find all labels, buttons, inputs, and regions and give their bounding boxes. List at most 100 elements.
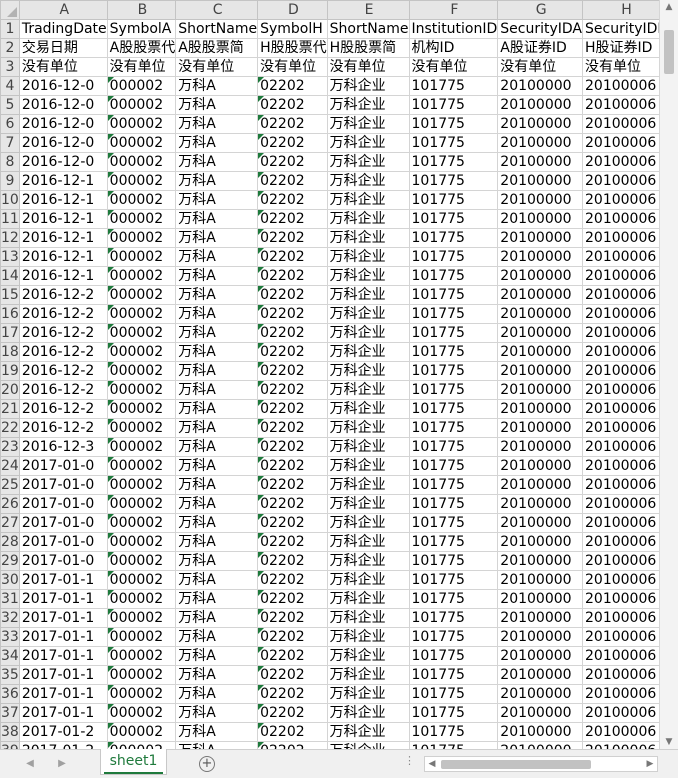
row-header[interactable]: 31 (0, 589, 20, 609)
cell-B[interactable]: 000002 (106, 551, 177, 571)
cell-C[interactable]: 万科A (175, 475, 259, 495)
cell-H[interactable]: 20100006 (582, 171, 659, 191)
cell-A[interactable]: TradingDate (18, 19, 108, 39)
cell-C[interactable]: 没有单位 (175, 57, 259, 77)
cell-B[interactable]: 000002 (106, 133, 177, 153)
cell-F[interactable]: 101775 (408, 399, 499, 419)
cell-C[interactable]: 万科A (175, 133, 259, 153)
row-header[interactable]: 11 (0, 209, 20, 229)
cell-C[interactable]: 万科A (175, 627, 259, 647)
horizontal-scroll-thumb[interactable] (441, 760, 591, 769)
cell-D[interactable]: 02202 (257, 456, 328, 476)
cell-G[interactable]: 20100000 (497, 703, 584, 723)
cell-H[interactable]: 20100006 (582, 532, 659, 552)
cell-G[interactable]: 20100000 (497, 551, 584, 571)
cell-B[interactable]: 000002 (106, 646, 177, 666)
cell-G[interactable]: 没有单位 (497, 57, 584, 77)
cell-C[interactable]: 万科A (175, 456, 259, 476)
cell-F[interactable]: 101775 (408, 285, 499, 305)
cell-G[interactable]: 20100000 (497, 152, 584, 172)
cell-D[interactable]: 02202 (257, 741, 328, 749)
cell-E[interactable]: 万科企业 (326, 114, 410, 134)
cell-G[interactable]: 20100000 (497, 475, 584, 495)
cell-A[interactable]: 2017-01-0 (18, 551, 108, 571)
cell-B[interactable]: 000002 (106, 513, 177, 533)
cell-F[interactable]: 没有单位 (408, 57, 499, 77)
row-header[interactable]: 19 (0, 361, 20, 381)
cell-E[interactable]: 万科企业 (326, 418, 410, 438)
row-header[interactable]: 22 (0, 418, 20, 438)
cell-F[interactable]: 101775 (408, 513, 499, 533)
cell-G[interactable]: 20100000 (497, 247, 584, 267)
cell-B[interactable]: 000002 (106, 190, 177, 210)
cell-G[interactable]: 20100000 (497, 209, 584, 229)
cell-C[interactable]: 万科A (175, 418, 259, 438)
cell-A[interactable]: 2016-12-0 (18, 114, 108, 134)
cell-D[interactable]: 02202 (257, 551, 328, 571)
cell-E[interactable]: 万科企业 (326, 703, 410, 723)
cell-F[interactable]: 101775 (408, 361, 499, 381)
cell-C[interactable]: 万科A (175, 171, 259, 191)
scroll-right-icon[interactable]: ▶ (643, 757, 657, 771)
cell-G[interactable]: 20100000 (497, 513, 584, 533)
row-header[interactable]: 30 (0, 570, 20, 590)
cell-C[interactable]: 万科A (175, 741, 259, 749)
cell-A[interactable]: 2016-12-2 (18, 342, 108, 362)
cell-A[interactable]: 2016-12-1 (18, 171, 108, 191)
cell-G[interactable]: 20100000 (497, 361, 584, 381)
cell-B[interactable]: 没有单位 (106, 57, 177, 77)
cell-E[interactable]: 万科企业 (326, 589, 410, 609)
cell-C[interactable]: 万科A (175, 399, 259, 419)
cell-D[interactable]: 02202 (257, 475, 328, 495)
cell-C[interactable]: 万科A (175, 570, 259, 590)
row-header[interactable]: 24 (0, 456, 20, 476)
cell-B[interactable]: 000002 (106, 722, 177, 742)
cell-G[interactable]: 20100000 (497, 190, 584, 210)
cell-G[interactable]: 20100000 (497, 323, 584, 343)
cell-B[interactable]: 000002 (106, 627, 177, 647)
cell-G[interactable]: 20100000 (497, 76, 584, 96)
cell-F[interactable]: 101775 (408, 532, 499, 552)
cell-B[interactable]: 000002 (106, 209, 177, 229)
cell-C[interactable]: 万科A (175, 646, 259, 666)
cell-F[interactable]: 101775 (408, 608, 499, 628)
cell-E[interactable]: 万科企业 (326, 228, 410, 248)
cell-D[interactable]: 02202 (257, 152, 328, 172)
cell-D[interactable]: 02202 (257, 342, 328, 362)
cell-B[interactable]: 000002 (106, 684, 177, 704)
cell-B[interactable]: 000002 (106, 76, 177, 96)
cell-H[interactable]: 20100006 (582, 665, 659, 685)
cell-C[interactable]: 万科A (175, 247, 259, 267)
cell-D[interactable]: 02202 (257, 608, 328, 628)
cell-D[interactable]: 02202 (257, 76, 328, 96)
row-header[interactable]: 23 (0, 437, 20, 457)
add-sheet-button[interactable]: + (199, 756, 215, 772)
cell-E[interactable]: 万科企业 (326, 722, 410, 742)
cell-E[interactable]: 万科企业 (326, 76, 410, 96)
cell-E[interactable]: 万科企业 (326, 513, 410, 533)
row-header[interactable]: 8 (0, 152, 20, 172)
cell-C[interactable]: 万科A (175, 703, 259, 723)
cell-C[interactable]: 万科A (175, 608, 259, 628)
vertical-scroll-thumb[interactable] (664, 30, 674, 74)
cell-A[interactable]: 2016-12-2 (18, 304, 108, 324)
row-header[interactable]: 34 (0, 646, 20, 666)
cell-A[interactable]: 2017-01-0 (18, 532, 108, 552)
cell-C[interactable]: ShortName (175, 19, 259, 39)
cell-E[interactable]: 万科企业 (326, 399, 410, 419)
cell-H[interactable]: 20100006 (582, 551, 659, 571)
cell-D[interactable]: 02202 (257, 532, 328, 552)
row-header[interactable]: 13 (0, 247, 20, 267)
cell-A[interactable]: 2017-01-0 (18, 456, 108, 476)
cell-E[interactable]: 万科企业 (326, 95, 410, 115)
cell-D[interactable]: 02202 (257, 133, 328, 153)
cell-H[interactable]: 20100006 (582, 608, 659, 628)
cell-E[interactable]: H股股票简 (326, 38, 410, 58)
cell-C[interactable]: A股股票简 (175, 38, 259, 58)
row-header[interactable]: 2 (0, 38, 20, 58)
cell-A[interactable]: 2016-12-2 (18, 361, 108, 381)
cell-G[interactable]: 20100000 (497, 285, 584, 305)
cell-E[interactable]: 万科企业 (326, 152, 410, 172)
cell-B[interactable]: 000002 (106, 361, 177, 381)
cell-B[interactable]: 000002 (106, 266, 177, 286)
